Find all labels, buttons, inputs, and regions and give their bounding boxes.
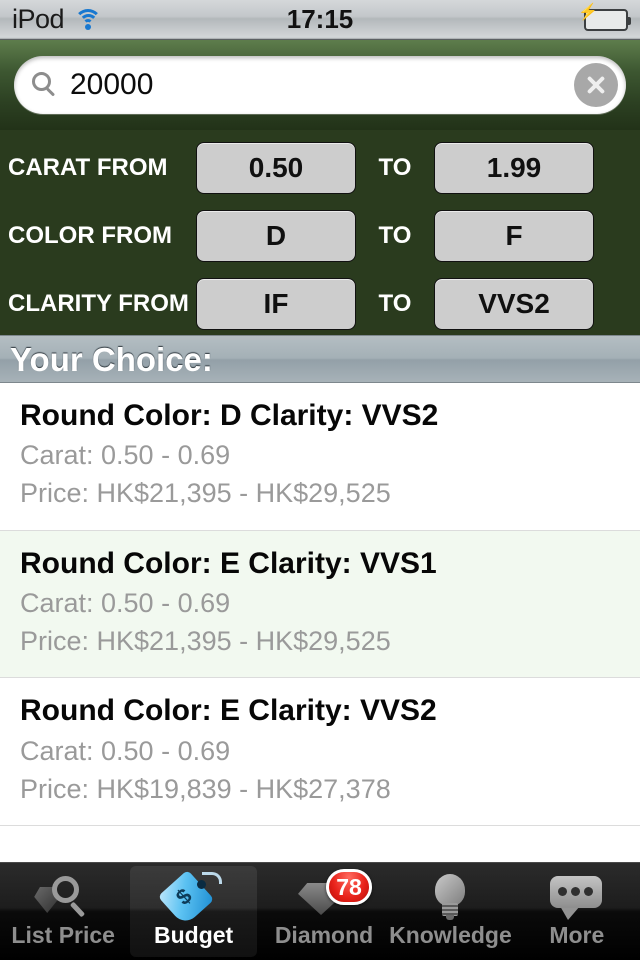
tab-list-price[interactable]: List Price	[0, 863, 126, 960]
list-item[interactable]: Round Color: E Clarity: VVS1 Carat: 0.50…	[0, 530, 640, 679]
result-title: Round Color: D Clarity: VVS2	[20, 399, 439, 432]
list-item[interactable]: Round Color: E Clarity: VVS2 Carat: 0.50…	[0, 678, 640, 826]
tab-diamond[interactable]: 78 Diamond	[261, 863, 387, 960]
color-from-button[interactable]: D	[196, 210, 356, 262]
result-title: Round Color: E Clarity: VVS1	[20, 546, 437, 580]
result-price: Price: HK$19,839 - HK$27,378	[20, 773, 391, 804]
list-item[interactable]: Round Color: D Clarity: VVS2 Carat: 0.50…	[0, 383, 640, 531]
search-field[interactable]: 20000	[14, 56, 626, 114]
diamond-icon: 78	[292, 869, 373, 923]
filter-panel: CARAT FROM 0.50 TO 1.99 COLOR FROM D TO …	[0, 130, 640, 335]
carat-to-button[interactable]: 1.99	[434, 142, 594, 194]
color-to-button[interactable]: F	[434, 210, 594, 262]
result-carat: Carat: 0.50 - 0.69	[20, 587, 231, 618]
result-price: Price: HK$21,395 - HK$29,525	[20, 478, 391, 509]
status-bar: iPod 17:15 ⚡	[0, 0, 640, 40]
filter-row-color: COLOR FROM D TO F	[0, 202, 640, 270]
filter-row-carat: CARAT FROM 0.50 TO 1.99	[0, 134, 640, 202]
carat-from-label: CARAT FROM	[8, 154, 168, 181]
chat-bubble-icon	[545, 871, 609, 923]
lightbulb-icon	[418, 871, 482, 923]
charging-bolt-icon: ⚡	[578, 3, 598, 21]
color-from-label: COLOR FROM	[8, 222, 172, 249]
section-header: Your Choice:	[0, 335, 640, 383]
search-icon	[32, 72, 58, 98]
color-to-label: TO	[378, 222, 412, 249]
carat-to-label: TO	[378, 154, 412, 181]
search-input[interactable]: 20000	[70, 70, 574, 100]
tab-bar: List Price $ Budget 78 Diamond Knowledge	[0, 862, 640, 960]
tab-label: Diamond	[274, 922, 374, 948]
result-title: Round Color: E Clarity: VVS2	[20, 694, 437, 728]
tab-label: More	[549, 922, 605, 948]
tab-label: Knowledge	[389, 922, 512, 948]
magnifier-diamond-icon	[31, 871, 95, 923]
filter-row-clarity: CLARITY FROM IF TO VVS2	[0, 270, 640, 338]
result-price: Price: HK$21,395 - HK$29,525	[20, 626, 391, 657]
tab-knowledge[interactable]: Knowledge	[387, 863, 513, 960]
battery-charging-icon: ⚡	[578, 4, 631, 31]
result-carat: Carat: 0.50 - 0.69	[20, 440, 231, 471]
clock-label: 17:15	[286, 4, 354, 34]
result-carat: Carat: 0.50 - 0.69	[20, 735, 231, 766]
tab-label: List Price	[11, 922, 115, 948]
tab-budget[interactable]: $ Budget	[130, 866, 257, 957]
price-tag-icon: $	[157, 869, 226, 927]
section-title: Your Choice:	[10, 340, 213, 378]
status-badge: 78	[326, 869, 373, 905]
clarity-from-label: CLARITY FROM	[8, 290, 189, 317]
clarity-from-button[interactable]: IF	[196, 278, 356, 330]
clear-icon[interactable]	[574, 63, 618, 107]
tab-label: Budget	[154, 922, 234, 948]
clarity-to-button[interactable]: VVS2	[434, 278, 594, 330]
tab-more[interactable]: More	[514, 863, 640, 960]
results-list: Round Color: D Clarity: VVS2 Carat: 0.50…	[0, 383, 640, 826]
carat-from-button[interactable]: 0.50	[196, 142, 356, 194]
clarity-to-label: TO	[378, 290, 412, 317]
search-bar: 20000	[0, 40, 640, 130]
